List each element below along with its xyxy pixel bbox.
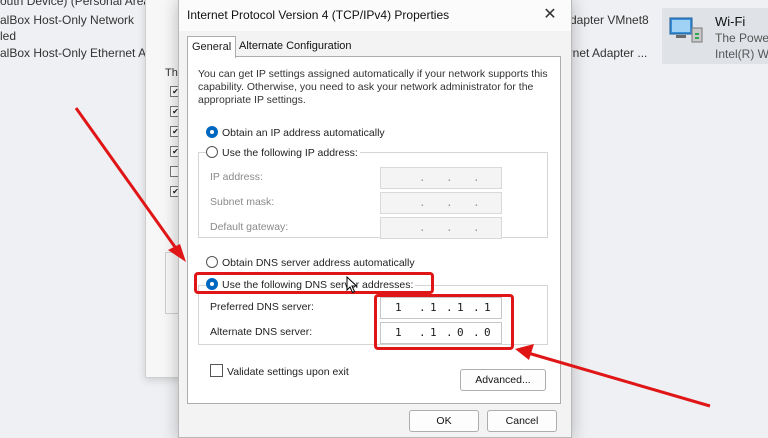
title-bar[interactable]: Internet Protocol Version 4 (TCP/IPv4) P… — [179, 0, 571, 31]
bg-line: outh Device) (Personal Area N — [0, 0, 163, 8]
ok-button[interactable]: OK — [409, 410, 479, 432]
radio-obtain-dns-auto[interactable]: Obtain DNS server address automatically — [206, 255, 415, 271]
network-adapter-icon — [669, 17, 703, 43]
bg-line: Adapter VMnet8 — [562, 13, 649, 27]
default-gateway-input[interactable]: ... — [380, 217, 502, 239]
radio-selected-icon[interactable] — [206, 126, 218, 138]
tab-alternate-configuration[interactable]: Alternate Configuration — [235, 36, 356, 56]
wifi-adapter: Intel(R) Wi — [715, 47, 768, 61]
wifi-title: Wi-Fi — [715, 14, 746, 29]
radio-label: Obtain DNS server address automatically — [222, 257, 415, 269]
alternate-dns-label: Alternate DNS server: — [210, 326, 313, 338]
preferred-dns-label: Preferred DNS server: — [210, 301, 314, 313]
cancel-button[interactable]: Cancel — [487, 410, 557, 432]
radio-label: Obtain an IP address automatically — [222, 127, 385, 139]
bg-line: led — [0, 29, 17, 43]
dialog-title: Internet Protocol Version 4 (TCP/IPv4) P… — [187, 8, 450, 22]
bg-line: ernet Adapter ... — [562, 46, 648, 60]
mouse-cursor-icon — [346, 276, 358, 294]
intro-text: You can get IP settings assigned automat… — [198, 68, 548, 106]
radio-obtain-ip-auto[interactable]: Obtain an IP address automatically — [206, 125, 385, 141]
checkbox-label: Validate settings upon exit — [227, 366, 349, 378]
highlight-box-dns-inputs — [374, 294, 514, 350]
bg-line: alBox Host-Only Ethernet Ad — [0, 46, 153, 60]
close-icon[interactable]: ✕ — [539, 4, 561, 26]
ip-address-input[interactable]: ... — [380, 167, 502, 189]
radio-use-following-ip[interactable]: Use the following IP address: — [206, 145, 360, 161]
mid-dialog-label: Th — [165, 67, 178, 79]
subnet-mask-input[interactable]: ... — [380, 192, 502, 214]
tab-general[interactable]: General — [187, 36, 237, 58]
advanced-button[interactable]: Advanced... — [460, 369, 546, 391]
highlight-box-dns-radio — [194, 272, 434, 294]
ipv4-properties-dialog: Internet Protocol Version 4 (TCP/IPv4) P… — [178, 0, 572, 438]
subnet-mask-label: Subnet mask: — [210, 196, 275, 208]
ip-address-label: IP address: — [210, 171, 263, 183]
radio-unselected-icon[interactable] — [206, 256, 218, 268]
bg-line: alBox Host-Only Network — [0, 13, 135, 27]
radio-unselected-icon[interactable] — [206, 146, 218, 158]
validate-settings-checkbox[interactable]: Validate settings upon exit — [210, 364, 349, 378]
radio-label: Use the following IP address: — [222, 147, 358, 159]
default-gateway-label: Default gateway: — [210, 221, 289, 233]
wifi-status: The Power — [715, 31, 768, 45]
checkbox-unchecked-icon[interactable] — [210, 364, 223, 377]
